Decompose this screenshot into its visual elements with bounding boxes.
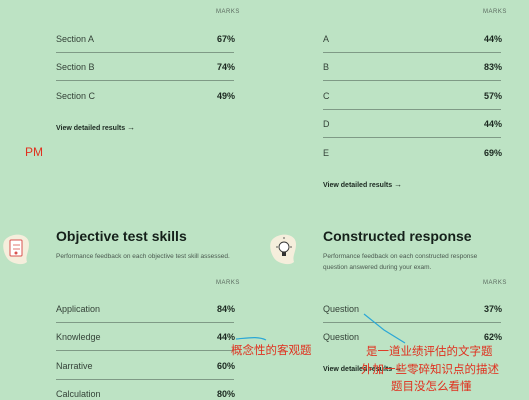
annotation-objective-note: 概念性的客观题	[231, 345, 312, 357]
annotation-constructed-line1: 是一道业绩评估的文字题	[366, 346, 493, 358]
annotation-lines	[235, 313, 406, 344]
annotation-constructed-line3: 题目没怎么看懂	[391, 381, 472, 393]
annotation-line-left	[235, 337, 267, 341]
annotation-line-right	[363, 313, 406, 344]
annotation-constructed-line2: 外加一些零碎知识点的描述	[361, 364, 499, 376]
